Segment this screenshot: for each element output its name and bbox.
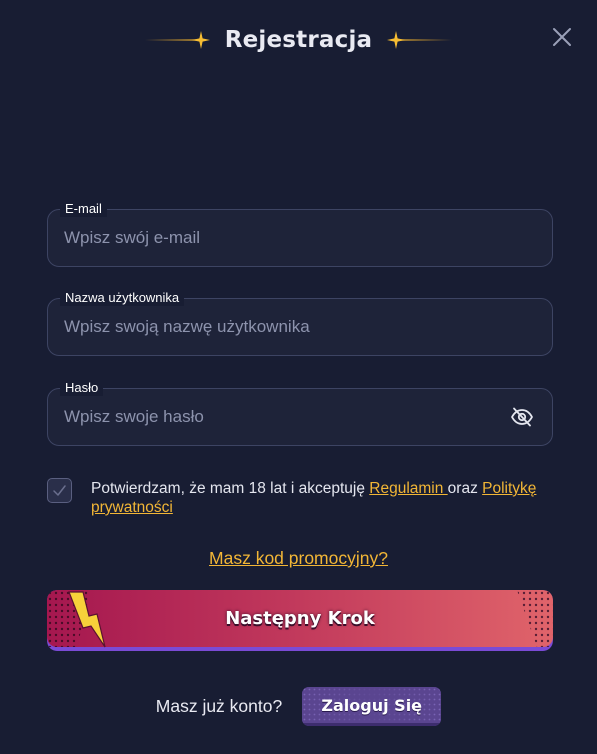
- sparkle-right-icon: [387, 31, 453, 49]
- modal-header: Rejestracja: [0, 22, 597, 58]
- next-step-label: Następny Krok: [225, 607, 375, 629]
- close-icon: [553, 28, 571, 46]
- username-input[interactable]: [64, 299, 504, 354]
- email-input[interactable]: [64, 210, 504, 265]
- password-visibility-toggle[interactable]: [510, 406, 534, 428]
- sparkle-left-icon: [144, 31, 210, 49]
- password-field[interactable]: Hasło: [47, 380, 553, 446]
- login-button[interactable]: Zaloguj Się: [302, 686, 442, 726]
- terms-link[interactable]: Regulamin: [369, 480, 447, 497]
- login-question: Masz już konto?: [155, 695, 283, 716]
- consent-row: Potwierdzam, że mam 18 lat i akceptuję R…: [47, 478, 553, 518]
- check-icon: [53, 485, 66, 496]
- login-row: Masz już konto? Zaloguj Się: [0, 686, 597, 726]
- page-title: Rejestracja: [224, 27, 373, 53]
- close-button[interactable]: [551, 26, 573, 48]
- password-input[interactable]: [64, 389, 504, 444]
- username-field[interactable]: Nazwa użytkownika: [47, 290, 553, 356]
- promo-code-link[interactable]: Masz kod promocyjny?: [0, 548, 597, 569]
- next-step-button[interactable]: Następny Krok: [47, 590, 553, 651]
- eye-slash-icon: [511, 407, 533, 427]
- consent-text-before: Potwierdzam, że mam 18 lat i akceptuję: [91, 480, 370, 497]
- consent-text-middle: oraz: [447, 480, 483, 497]
- email-field[interactable]: E-mail: [47, 201, 553, 267]
- login-button-label: Zaloguj Się: [321, 695, 423, 715]
- consent-text: Potwierdzam, że mam 18 lat i akceptuję R…: [91, 479, 551, 517]
- consent-checkbox[interactable]: [47, 478, 72, 503]
